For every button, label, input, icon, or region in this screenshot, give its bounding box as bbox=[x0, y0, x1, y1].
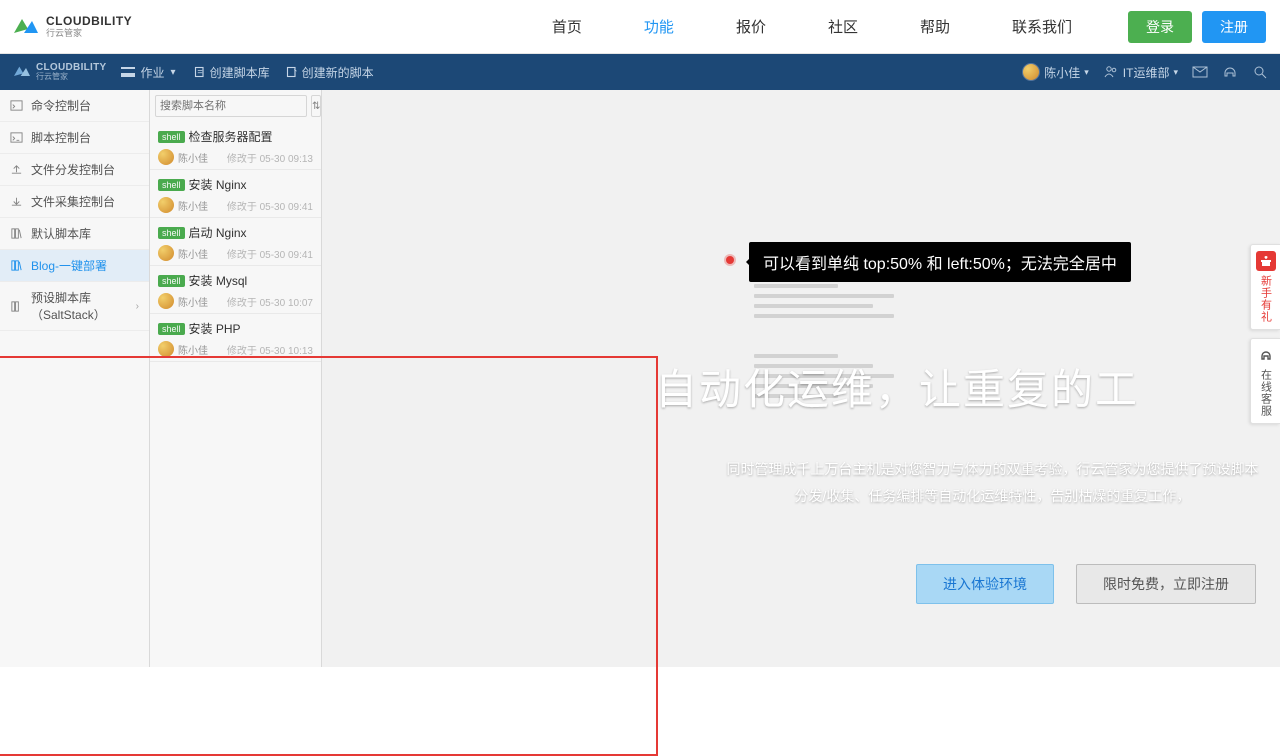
author-avatar-icon bbox=[158, 245, 174, 261]
top-nav: CLOUDBILITY 行云管家 首页 功能 报价 社区 帮助 联系我们 登录 … bbox=[0, 0, 1280, 54]
mail-icon[interactable] bbox=[1192, 64, 1208, 80]
document-plus-icon bbox=[286, 66, 298, 78]
newbie-gift-badge[interactable]: 新手有礼 bbox=[1250, 244, 1280, 330]
chevron-down-icon: ▾ bbox=[171, 67, 176, 78]
users-icon bbox=[1103, 64, 1119, 80]
script-list: ⇅ shell检查服务器配置 陈小佳修改于 05-30 09:13 shell安… bbox=[150, 90, 322, 667]
script-tag: shell bbox=[158, 179, 185, 191]
sidebar-item-blog[interactable]: Blog-一键部署 bbox=[0, 250, 149, 282]
script-search-input[interactable] bbox=[155, 95, 307, 117]
chevron-right-icon: › bbox=[136, 301, 139, 312]
upload-icon bbox=[10, 163, 23, 176]
sidebar-item-default-lib[interactable]: 默认脚本库 bbox=[0, 218, 149, 250]
menu-icon bbox=[121, 67, 135, 77]
nav-contact[interactable]: 联系我们 bbox=[1012, 16, 1072, 37]
script-tag: shell bbox=[158, 131, 185, 143]
script-item[interactable]: shell检查服务器配置 陈小佳修改于 05-30 09:13 bbox=[150, 122, 321, 170]
logo-mark-icon bbox=[12, 15, 40, 39]
nav-items: 首页 功能 报价 社区 帮助 联系我们 bbox=[552, 16, 1072, 37]
author-avatar-icon bbox=[158, 341, 174, 357]
nav-help[interactable]: 帮助 bbox=[920, 16, 950, 37]
download-icon bbox=[10, 195, 23, 208]
user-menu[interactable]: 陈小佳 ▾ bbox=[1022, 63, 1089, 81]
library-icon bbox=[10, 227, 23, 240]
library-icon bbox=[10, 259, 23, 272]
user-avatar-icon bbox=[1022, 63, 1040, 81]
sidebar-item-cmd[interactable]: 命令控制台 bbox=[0, 90, 149, 122]
free-register-button[interactable]: 限时免费，立即注册 bbox=[1076, 564, 1256, 604]
document-icon bbox=[194, 66, 206, 78]
app-breadcrumb[interactable]: 作业 ▾ bbox=[121, 64, 176, 81]
app-sidebar: 命令控制台 脚本控制台 文件分发控制台 文件采集控制台 默认脚本库 Blog-一… bbox=[0, 90, 150, 667]
filter-button[interactable]: ⇅ bbox=[311, 95, 321, 117]
create-new-script[interactable]: 创建新的脚本 bbox=[286, 64, 374, 81]
crumb-label: 作业 bbox=[141, 64, 165, 81]
sidebar-item-dist[interactable]: 文件分发控制台 bbox=[0, 154, 149, 186]
register-button[interactable]: 注册 bbox=[1202, 11, 1266, 43]
script-tag: shell bbox=[158, 227, 185, 239]
search-icon[interactable] bbox=[1252, 64, 1268, 80]
author-avatar-icon bbox=[158, 293, 174, 309]
script-tag: shell bbox=[158, 323, 185, 335]
brand-logo[interactable]: CLOUDBILITY 行云管家 bbox=[12, 15, 132, 39]
dept-menu[interactable]: IT运维部 ▾ bbox=[1103, 64, 1178, 81]
brand-en: CLOUDBILITY bbox=[46, 15, 132, 27]
app-logo[interactable]: CLOUDBILITY行云管家 bbox=[12, 63, 107, 81]
try-button[interactable]: 进入体验环境 bbox=[916, 564, 1054, 604]
chevron-down-icon: ▾ bbox=[1173, 67, 1178, 78]
nav-pricing[interactable]: 报价 bbox=[736, 16, 766, 37]
library-icon bbox=[10, 300, 23, 313]
script-item[interactable]: shell启动 Nginx 陈小佳修改于 05-30 09:41 bbox=[150, 218, 321, 266]
headset-icon bbox=[1256, 345, 1276, 365]
login-button[interactable]: 登录 bbox=[1128, 11, 1192, 43]
sidebar-item-collect[interactable]: 文件采集控制台 bbox=[0, 186, 149, 218]
nav-community[interactable]: 社区 bbox=[828, 16, 858, 37]
app-header: CLOUDBILITY行云管家 作业 ▾ 创建脚本库 创建新的脚本 陈小佳 ▾ bbox=[0, 54, 1280, 90]
script-item[interactable]: shell安装 Mysql 陈小佳修改于 05-30 10:07 bbox=[150, 266, 321, 314]
author-avatar-icon bbox=[158, 149, 174, 165]
sidebar-item-preset[interactable]: 预设脚本库（SaltStack）› bbox=[0, 282, 149, 331]
script-tag: shell bbox=[158, 275, 185, 287]
brand-cn: 行云管家 bbox=[46, 29, 132, 38]
sidebar-item-script[interactable]: 脚本控制台 bbox=[0, 122, 149, 154]
script-item[interactable]: shell安装 PHP 陈小佳修改于 05-30 10:13 bbox=[150, 314, 321, 362]
chevron-down-icon: ▾ bbox=[1084, 67, 1089, 78]
faint-document-preview bbox=[754, 284, 894, 404]
nav-home[interactable]: 首页 bbox=[552, 16, 582, 37]
author-avatar-icon bbox=[158, 197, 174, 213]
terminal-icon bbox=[10, 99, 23, 112]
online-cs-badge[interactable]: 在线客服 bbox=[1250, 338, 1280, 424]
create-script-lib[interactable]: 创建脚本库 bbox=[194, 64, 270, 81]
script-item[interactable]: shell安装 Nginx 陈小佳修改于 05-30 09:41 bbox=[150, 170, 321, 218]
terminal-icon bbox=[10, 131, 23, 144]
gift-icon bbox=[1256, 251, 1276, 271]
nav-features[interactable]: 功能 bbox=[644, 16, 674, 37]
headset-icon[interactable] bbox=[1222, 64, 1238, 80]
app-logo-icon bbox=[12, 64, 32, 80]
